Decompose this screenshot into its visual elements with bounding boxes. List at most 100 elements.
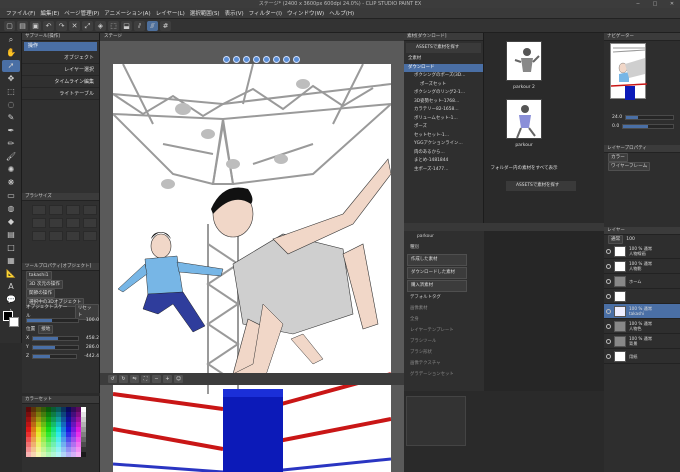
menu-filter[interactable]: フィルター(I) — [249, 9, 282, 17]
tag-image[interactable]: 画像素材 — [407, 304, 481, 314]
material-tree-item[interactable]: セットセット-1… — [404, 132, 483, 141]
material-tree-item[interactable]: ボリュームセット-1… — [404, 115, 483, 124]
prop-downloaded[interactable]: ダウンロードした素材 — [407, 267, 467, 279]
frame-tool-icon[interactable]: ▦ — [2, 255, 20, 267]
blend-mode-select[interactable]: 通常 — [608, 235, 624, 244]
tag-brush-shape[interactable]: ブラシ形状 — [407, 348, 481, 358]
visibility-eye-icon[interactable] — [606, 308, 611, 314]
visibility-eye-icon[interactable] — [606, 323, 611, 329]
rotate-camera-icon[interactable] — [232, 56, 240, 63]
subtool-item-lighttable[interactable]: ライトテーブル — [22, 88, 99, 100]
visibility-eye-icon[interactable] — [606, 263, 611, 269]
reset-object-icon[interactable] — [292, 56, 300, 63]
visibility-eye-icon[interactable] — [606, 353, 611, 359]
material-tree-item[interactable]: まとめ-1481844 — [404, 157, 483, 166]
zoom-slider[interactable] — [625, 115, 674, 120]
material-tree-item[interactable]: 肉のあるから… — [404, 149, 483, 158]
deselect-icon[interactable]: ⬚ — [108, 20, 119, 31]
visibility-eye-icon[interactable] — [606, 248, 611, 254]
tag-texture[interactable]: 画像テクスチャ — [407, 359, 481, 369]
transform-icon[interactable]: ⤢ — [82, 20, 93, 31]
material-tree-item[interactable]: ボクシングのポーズ(3D… — [404, 72, 483, 81]
subtool-item-timeline[interactable]: タイムライン編集 — [22, 76, 99, 88]
material-tree-item[interactable]: 全素材 — [404, 55, 483, 64]
tag-layer-template[interactable]: レイヤーテンプレート — [407, 326, 481, 336]
brush-size-cell[interactable] — [66, 205, 80, 215]
menu-window[interactable]: ウィンドウ(W) — [287, 9, 324, 17]
angle-slider[interactable] — [622, 124, 674, 129]
subtool-item-layer-select[interactable]: レイヤー選択 — [22, 64, 99, 76]
show-all-label[interactable]: フォルダー内の素材をすべて表示 — [474, 165, 574, 171]
undo-icon[interactable]: ↶ — [43, 20, 54, 31]
selection-tool-icon[interactable]: ⬚ — [2, 86, 20, 98]
layer-row[interactable]: 100 % 通常 人物影 — [604, 259, 680, 274]
fill-tool-icon[interactable]: ◆ — [2, 216, 20, 228]
y-slider[interactable] — [31, 345, 79, 350]
menu-page[interactable]: ページ管理(P) — [64, 9, 99, 17]
ground-button[interactable]: 接地 — [38, 325, 54, 334]
minimize-button[interactable]: ─ — [630, 0, 646, 8]
menu-animation[interactable]: アニメーション(A) — [104, 9, 150, 17]
decoration-tool-icon[interactable]: ❋ — [2, 177, 20, 189]
rotate-left-icon[interactable]: ↺ — [108, 375, 117, 383]
brush-size-cell[interactable] — [32, 205, 46, 215]
prop-created[interactable]: 作成した素材 — [407, 254, 467, 266]
layer-row[interactable]: 100 % 通常 人物色 — [604, 319, 680, 334]
brush-size-cell[interactable] — [66, 231, 80, 241]
brush-size-cell[interactable] — [32, 218, 46, 228]
z-value[interactable]: -442.4 — [84, 352, 99, 361]
snap-ruler-icon[interactable]: ⫽ — [134, 20, 145, 31]
material-tree-item[interactable]: カラテリー82-1658… — [404, 106, 483, 115]
angle-value[interactable]: 0.0 — [612, 122, 619, 131]
operation-tool-icon[interactable]: ➚ — [2, 60, 20, 72]
menu-selection[interactable]: 選択範囲(S) — [190, 9, 220, 17]
visibility-eye-icon[interactable] — [606, 338, 611, 344]
eyedropper-icon[interactable]: ✎ — [2, 112, 20, 124]
subtool-item-operation[interactable]: 操作 — [24, 42, 97, 51]
subtool-item-object[interactable]: オブジェクト — [22, 52, 99, 64]
material-tree-item[interactable]: 3D姿勢セット-1768… — [404, 98, 483, 107]
menu-edit[interactable]: 編集(E) — [40, 9, 59, 17]
joint-mode-button[interactable]: 関節の操作 — [26, 289, 55, 298]
brush-tool-icon[interactable]: 🖌 — [2, 151, 20, 163]
pan-camera-icon[interactable] — [242, 56, 250, 63]
material-thumb-parkour2[interactable] — [506, 41, 542, 81]
brush-size-cell[interactable] — [83, 218, 97, 228]
menu-file[interactable]: ファイル(F) — [6, 9, 35, 17]
menu-help[interactable]: ヘルプ(H) — [329, 9, 354, 17]
open-file-icon[interactable]: ▤ — [17, 20, 28, 31]
balloon-tool-icon[interactable]: 💬 — [2, 294, 20, 306]
move-object-icon[interactable] — [262, 56, 270, 63]
hand-tool-icon[interactable]: ✋ — [2, 47, 20, 59]
x-value[interactable]: 458.2 — [86, 334, 99, 343]
snap-special-ruler-icon[interactable]: ⫻ — [147, 20, 158, 31]
brush-size-cell[interactable] — [66, 218, 80, 228]
scale-slider[interactable] — [26, 318, 79, 323]
close-button[interactable]: ✕ — [664, 0, 680, 8]
fill-icon[interactable]: ◈ — [95, 20, 106, 31]
color-swatch[interactable] — [81, 452, 86, 457]
brush-size-cell[interactable] — [49, 231, 63, 241]
zoom-in-icon[interactable]: + — [163, 375, 172, 383]
3d-mode-button[interactable]: 3D 次元の操作 — [26, 280, 63, 289]
layer-row[interactable] — [604, 289, 680, 304]
pencil-tool-icon[interactable]: ✏ — [2, 138, 20, 150]
layer-row[interactable]: 100 % 通常 人物線画 — [604, 244, 680, 259]
eraser-tool-icon[interactable]: ▭ — [2, 190, 20, 202]
snap-grid-icon[interactable]: # — [160, 20, 171, 31]
tag-gradient[interactable]: グラデーションセット — [407, 370, 481, 380]
fit-icon[interactable]: ⛶ — [141, 375, 150, 383]
material-tree-item[interactable]: ポーズ — [404, 123, 483, 132]
brush-size-cell[interactable] — [83, 231, 97, 241]
pose-icon[interactable]: ☺ — [174, 375, 183, 383]
brush-size-cell[interactable] — [49, 218, 63, 228]
airbrush-tool-icon[interactable]: ✺ — [2, 164, 20, 176]
tag-brush-tool[interactable]: ブラシツール — [407, 337, 481, 347]
layer-row-selected[interactable]: 100 % 通常 takashi — [604, 304, 680, 319]
color-swatch-grid[interactable] — [26, 407, 95, 457]
save-icon[interactable]: ▣ — [30, 20, 41, 31]
object-selector[interactable]: takashi1 — [26, 271, 52, 280]
material-tree-item[interactable]: ポーズセット — [404, 81, 483, 90]
opacity-value[interactable]: 100 — [626, 235, 635, 244]
zoom-out-icon[interactable]: − — [152, 375, 161, 383]
